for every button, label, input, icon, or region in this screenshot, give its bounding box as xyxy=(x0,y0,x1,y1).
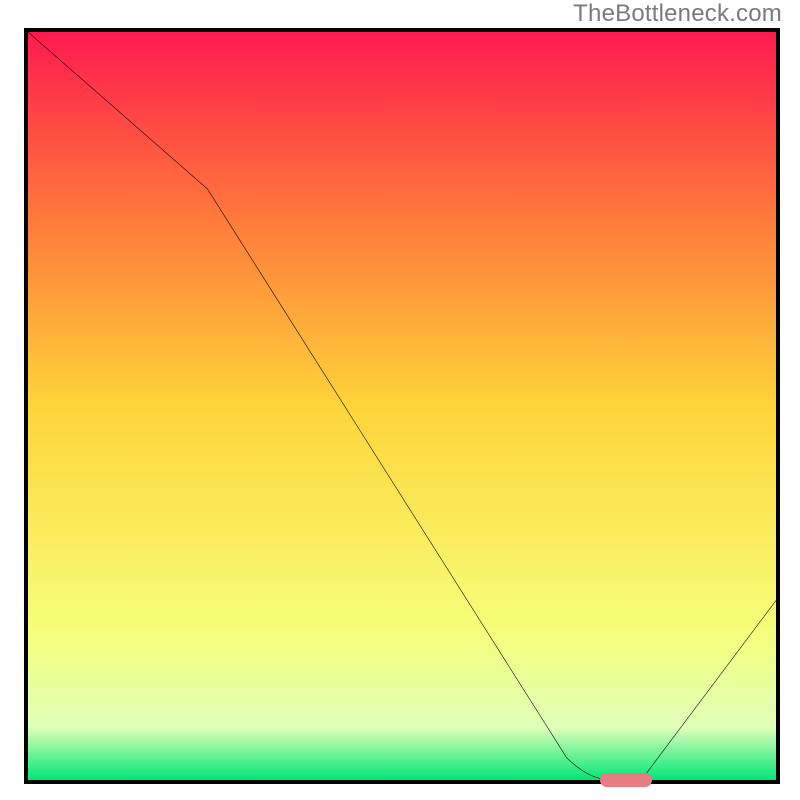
optimum-pill xyxy=(600,773,652,787)
watermark-text: TheBottleneck.com xyxy=(573,0,782,28)
bottleneck-curve xyxy=(28,32,776,780)
plot-area xyxy=(24,28,780,784)
